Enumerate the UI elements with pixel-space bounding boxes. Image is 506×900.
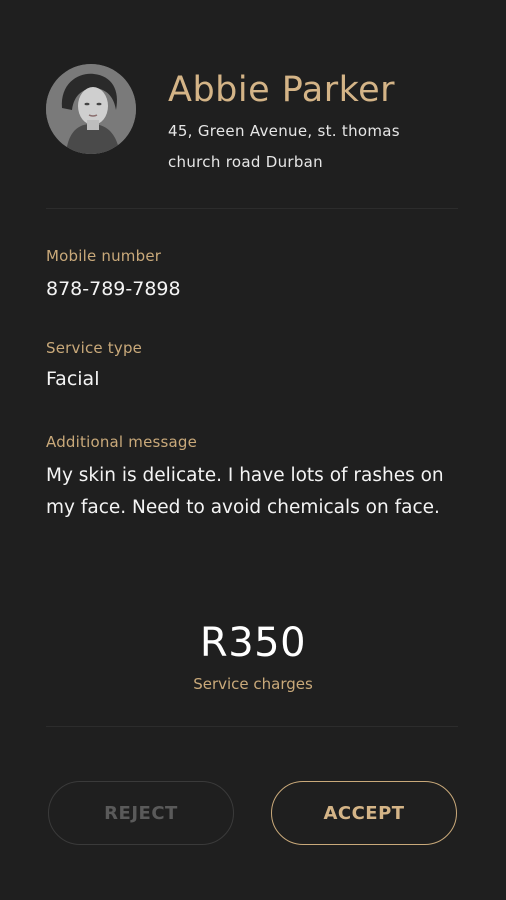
additional-message-text: My skin is delicate. I have lots of rash…	[46, 465, 444, 518]
booking-request-screen: Abbie Parker 45, Green Avenue, st. thoma…	[0, 0, 506, 900]
avatar	[46, 64, 136, 154]
service-charge-amount: R350	[199, 620, 307, 666]
service-type-value: Facial	[46, 368, 100, 390]
avatar-photo	[46, 64, 136, 154]
reject-button[interactable]: REJECT	[48, 781, 234, 845]
service-charge-label: Service charges	[193, 675, 313, 693]
additional-message-label: Additional message	[46, 433, 198, 451]
divider	[46, 208, 458, 209]
mobile-label: Mobile number	[46, 247, 162, 265]
service-type-label: Service type	[46, 339, 143, 357]
customer-address: 45, Green Avenue, st. thomas church road…	[168, 122, 400, 171]
mobile-value: 878-789-7898	[46, 278, 181, 300]
accept-button[interactable]: ACCEPT	[271, 781, 457, 845]
divider	[46, 726, 458, 727]
customer-name: Abbie Parker	[168, 70, 396, 110]
